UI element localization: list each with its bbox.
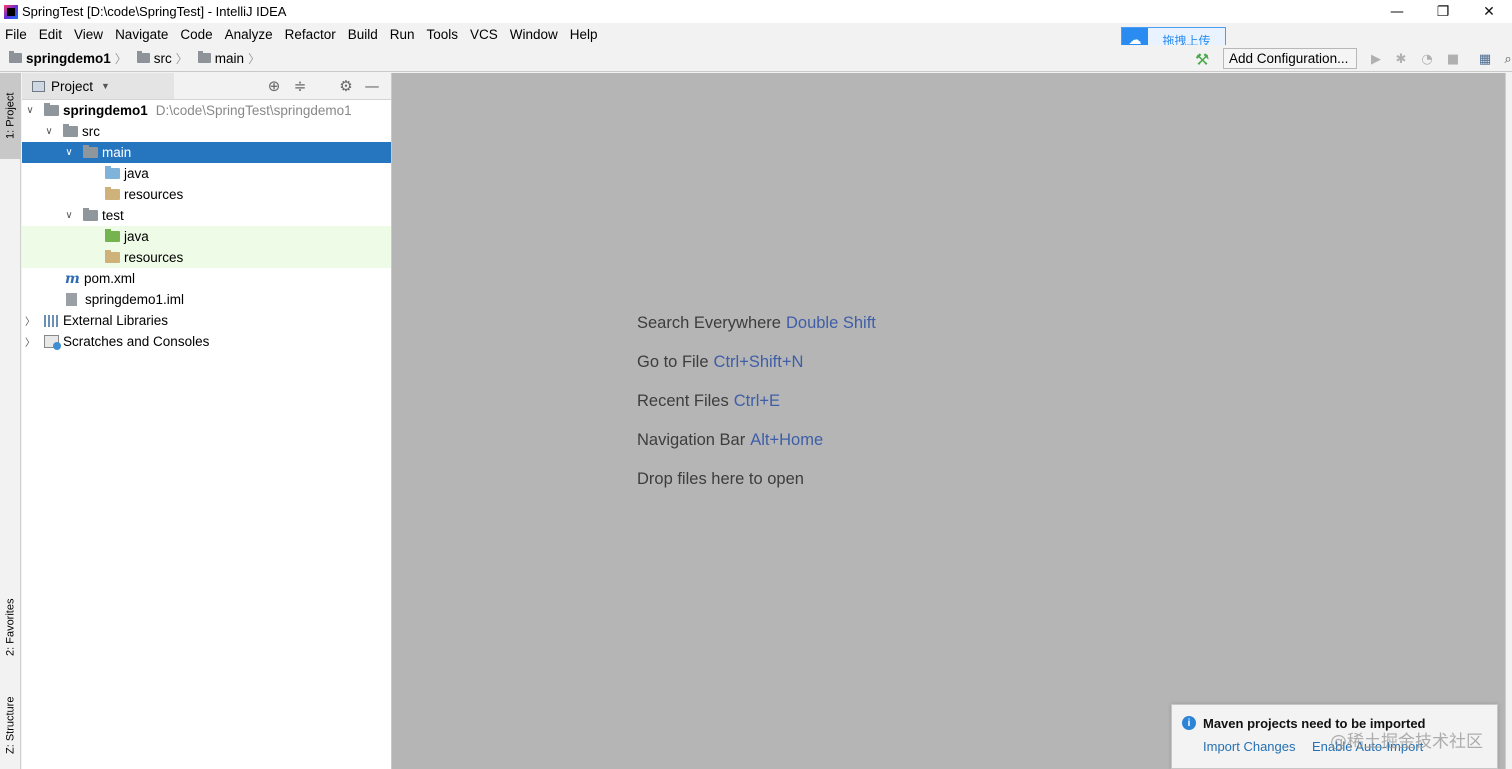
chevron-down-icon[interactable]: ∨ bbox=[41, 126, 57, 137]
module-folder-icon bbox=[44, 103, 59, 116]
tree-item-scratches[interactable]: 〉 Scratches and Consoles bbox=[22, 331, 391, 352]
resources-folder-icon bbox=[105, 187, 120, 200]
run-icon[interactable]: ▶ bbox=[1368, 51, 1384, 67]
menu-code[interactable]: Code bbox=[174, 27, 218, 42]
breadcrumb-springdemo1[interactable]: springdemo1 〉 bbox=[0, 50, 127, 67]
import-changes-link[interactable]: Import Changes bbox=[1203, 739, 1296, 754]
window-title: SpringTest [D:\code\SpringTest] - Intell… bbox=[22, 4, 287, 19]
breadcrumb-main[interactable]: main 〉 bbox=[188, 50, 260, 67]
menu-refactor[interactable]: Refactor bbox=[279, 27, 342, 42]
module-folder-icon bbox=[9, 51, 22, 63]
menu-vcs[interactable]: VCS bbox=[464, 27, 504, 42]
menu-view[interactable]: View bbox=[68, 27, 109, 42]
close-button[interactable]: ✕ bbox=[1466, 0, 1512, 23]
tree-item-pom[interactable]: m pom.xml bbox=[22, 268, 391, 289]
structure-tool-tab[interactable]: Z: Structure bbox=[0, 683, 21, 767]
restore-button[interactable]: ❐ bbox=[1420, 0, 1466, 23]
gear-icon[interactable]: ⚙ bbox=[333, 77, 359, 95]
folder-icon bbox=[197, 51, 211, 63]
menu-navigate[interactable]: Navigate bbox=[109, 27, 174, 42]
project-tool-window: Project ▼ ⊕ ≑ ⚙ — ∨ springdemo1 D:\code\… bbox=[22, 73, 392, 769]
favorites-tool-tab[interactable]: 2: Favorites bbox=[0, 585, 21, 669]
right-tool-stripe bbox=[1505, 73, 1512, 769]
tree-item-springdemo1[interactable]: ∨ springdemo1 D:\code\SpringTest\springd… bbox=[22, 100, 391, 121]
minimize-button[interactable]: — bbox=[1374, 0, 1420, 23]
watermark: @稀土掘金技术社区 bbox=[1330, 732, 1483, 752]
menu-edit[interactable]: Edit bbox=[33, 27, 68, 42]
tree-item-src[interactable]: ∨ src bbox=[22, 121, 391, 142]
breadcrumb-src[interactable]: src 〉 bbox=[127, 50, 188, 67]
tree-item-test-resources[interactable]: resources bbox=[22, 247, 391, 268]
menu-tools[interactable]: Tools bbox=[421, 27, 465, 42]
module-path: D:\code\SpringTest\springdemo1 bbox=[155, 103, 352, 118]
menu-help[interactable]: Help bbox=[564, 27, 604, 42]
iml-file-icon bbox=[66, 293, 77, 306]
project-view-icon bbox=[32, 80, 45, 92]
chevron-right-icon[interactable]: 〉 bbox=[22, 313, 38, 328]
chevron-right-icon[interactable]: 〉 bbox=[22, 334, 38, 349]
hint-go-to-file: Go to File Ctrl+Shift+N bbox=[637, 353, 804, 371]
folder-icon bbox=[63, 124, 78, 137]
info-icon: i bbox=[1182, 716, 1196, 730]
menu-build[interactable]: Build bbox=[342, 27, 384, 42]
menu-bar: File Edit View Navigate Code Analyze Ref… bbox=[0, 23, 1512, 45]
tree-item-main[interactable]: ∨ main bbox=[22, 142, 391, 163]
folder-icon bbox=[83, 208, 98, 221]
tree-item-iml[interactable]: springdemo1.iml bbox=[22, 289, 391, 310]
hint-search-everywhere: Search Everywhere Double Shift bbox=[637, 314, 876, 332]
hint-recent-files: Recent Files Ctrl+E bbox=[637, 392, 781, 410]
folder-icon bbox=[136, 51, 150, 63]
library-icon bbox=[44, 314, 59, 327]
tree-item-external-libraries[interactable]: 〉 External Libraries bbox=[22, 310, 391, 331]
menu-file[interactable]: File bbox=[0, 27, 33, 42]
test-source-folder-icon bbox=[105, 229, 120, 242]
editor-area[interactable]: Search Everywhere Double Shift Go to File… bbox=[392, 73, 1505, 769]
maven-file-icon: m bbox=[65, 270, 80, 287]
hide-panel-icon[interactable]: — bbox=[359, 77, 385, 95]
tree-item-main-resources[interactable]: resources bbox=[22, 184, 391, 205]
tree-item-main-java[interactable]: java bbox=[22, 163, 391, 184]
chevron-down-icon[interactable]: ∨ bbox=[61, 147, 77, 158]
hint-navigation-bar: Navigation Bar Alt+Home bbox=[637, 431, 824, 449]
test-resources-folder-icon bbox=[105, 250, 120, 263]
build-hammer-icon[interactable]: ⚒ bbox=[1195, 50, 1209, 69]
tree-item-test[interactable]: ∨ test bbox=[22, 205, 391, 226]
search-icon[interactable]: ⌕ bbox=[1500, 51, 1512, 67]
project-tree: ∨ springdemo1 D:\code\SpringTest\springd… bbox=[22, 100, 391, 352]
empty-editor-hints: Search Everywhere Double Shift Go to File… bbox=[637, 304, 876, 499]
chevron-down-icon[interactable]: ∨ bbox=[22, 105, 38, 116]
scratches-icon bbox=[44, 335, 61, 350]
menu-run[interactable]: Run bbox=[384, 27, 421, 42]
project-structure-icon[interactable]: ▦ bbox=[1477, 51, 1493, 67]
window-controls: — ❐ ✕ bbox=[1374, 0, 1512, 23]
project-panel-header: Project ▼ ⊕ ≑ ⚙ — bbox=[22, 73, 391, 100]
debug-icon[interactable]: ✱ bbox=[1393, 51, 1409, 67]
intellij-logo-icon bbox=[4, 4, 18, 19]
tree-item-test-java[interactable]: java bbox=[22, 226, 391, 247]
chevron-down-icon: ▼ bbox=[101, 81, 110, 91]
locate-file-icon[interactable]: ⊕ bbox=[261, 77, 287, 95]
chevron-down-icon[interactable]: ∨ bbox=[61, 210, 77, 221]
left-tool-stripe: 1: Project 2: Favorites Z: Structure bbox=[0, 73, 21, 769]
stop-icon[interactable]: ■ bbox=[1445, 51, 1461, 67]
menu-window[interactable]: Window bbox=[504, 27, 564, 42]
menu-analyze[interactable]: Analyze bbox=[219, 27, 279, 42]
title-bar: SpringTest [D:\code\SpringTest] - Intell… bbox=[0, 0, 1512, 23]
collapse-all-icon[interactable]: ≑ bbox=[287, 77, 313, 95]
coverage-icon[interactable]: ◔ bbox=[1419, 51, 1435, 67]
hint-drop-files: Drop files here to open bbox=[637, 470, 804, 488]
project-tool-tab[interactable]: 1: Project bbox=[0, 73, 21, 159]
source-folder-icon bbox=[105, 166, 120, 179]
folder-icon bbox=[83, 145, 98, 158]
project-view-selector[interactable]: Project ▼ bbox=[22, 73, 174, 99]
add-configuration-button[interactable]: Add Configuration... bbox=[1223, 48, 1357, 69]
